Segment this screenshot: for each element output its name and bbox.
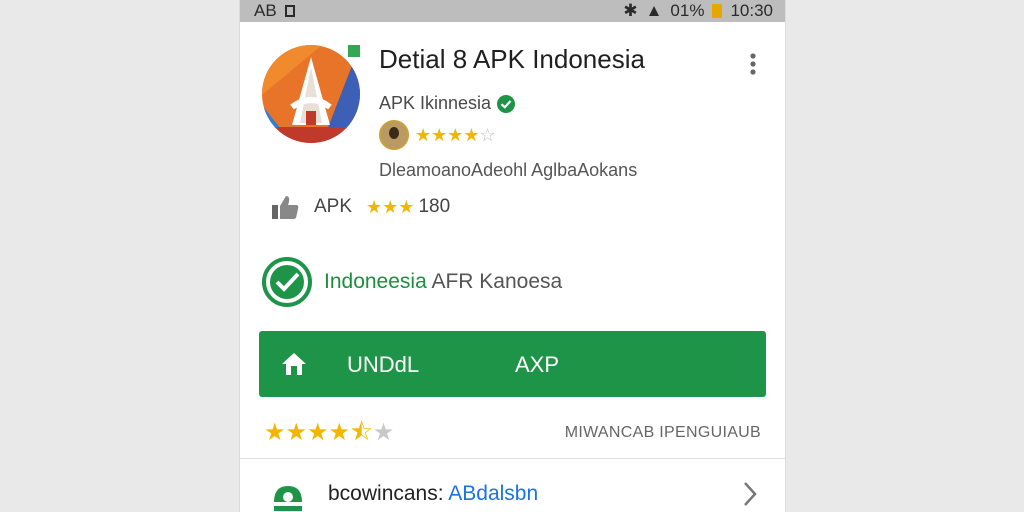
install-button[interactable]: UNDdL AXP (259, 331, 766, 397)
footer-meta: MIWANCAB IPENGUIAUB (564, 424, 761, 441)
app-description: DleamoanoAdeohl AglbaAokans (379, 160, 638, 180)
download-icon (274, 486, 302, 511)
developer-name[interactable]: APK Ikinnesia (379, 93, 491, 114)
app-detail-screen: AB ✱ ▲ 01% 10:30 Detial 8 APK Indonesia (240, 0, 785, 512)
verification-gray-text: AFR Kanoesa (431, 270, 563, 293)
thumbs-up-icon (272, 196, 299, 219)
battery-percent: 01% (670, 1, 705, 20)
apk-rating-count: 180 (418, 196, 451, 217)
notification-icon (284, 5, 295, 17)
user-rating-row: ★★★★☆ (379, 120, 496, 150)
apk-info-row: APK ★★★ 180 (270, 194, 450, 220)
battery-icon (712, 4, 723, 18)
app-logo-icon[interactable] (262, 45, 360, 143)
verification-green-text: Indoneesia (324, 270, 427, 293)
download-text: bcowincans: ABdalsbn (328, 482, 538, 506)
chevron-right-icon[interactable] (740, 480, 760, 508)
status-bar: AB ✱ ▲ 01% 10:30 (240, 0, 785, 22)
signal-icon: ▲ (645, 1, 663, 20)
check-circle-icon (262, 257, 312, 307)
apk-label: APK (314, 196, 353, 217)
developer-row[interactable]: APK Ikinnesia (379, 93, 516, 114)
verification-row: Indoneesia AFR Kanoesa (262, 257, 562, 307)
install-button-secondary-label: AXP (515, 352, 560, 377)
download-value[interactable]: ABdalsbn (448, 482, 538, 505)
home-icon (282, 353, 306, 375)
verification-text: Indoneesia AFR Kanoesa (324, 270, 562, 294)
divider (240, 458, 785, 459)
status-left-text: AB (254, 1, 277, 20)
install-button-label: UNDdL (347, 352, 420, 377)
footer-rating-stars: ★★★★⯪★ (264, 419, 395, 446)
download-label: bcowincans: (328, 482, 444, 505)
rating-stars: ★★★★☆ (415, 124, 496, 145)
clock: 10:30 (730, 1, 773, 20)
more-vert-icon[interactable] (746, 50, 760, 78)
avatar (379, 120, 409, 150)
verified-icon (497, 94, 516, 113)
bluetooth-icon: ✱ (623, 1, 638, 20)
download-row[interactable]: bcowincans: ABdalsbn (270, 476, 760, 512)
apk-stars: ★★★ (366, 196, 415, 217)
app-title: Detial 8 APK Indonesia (379, 44, 645, 74)
